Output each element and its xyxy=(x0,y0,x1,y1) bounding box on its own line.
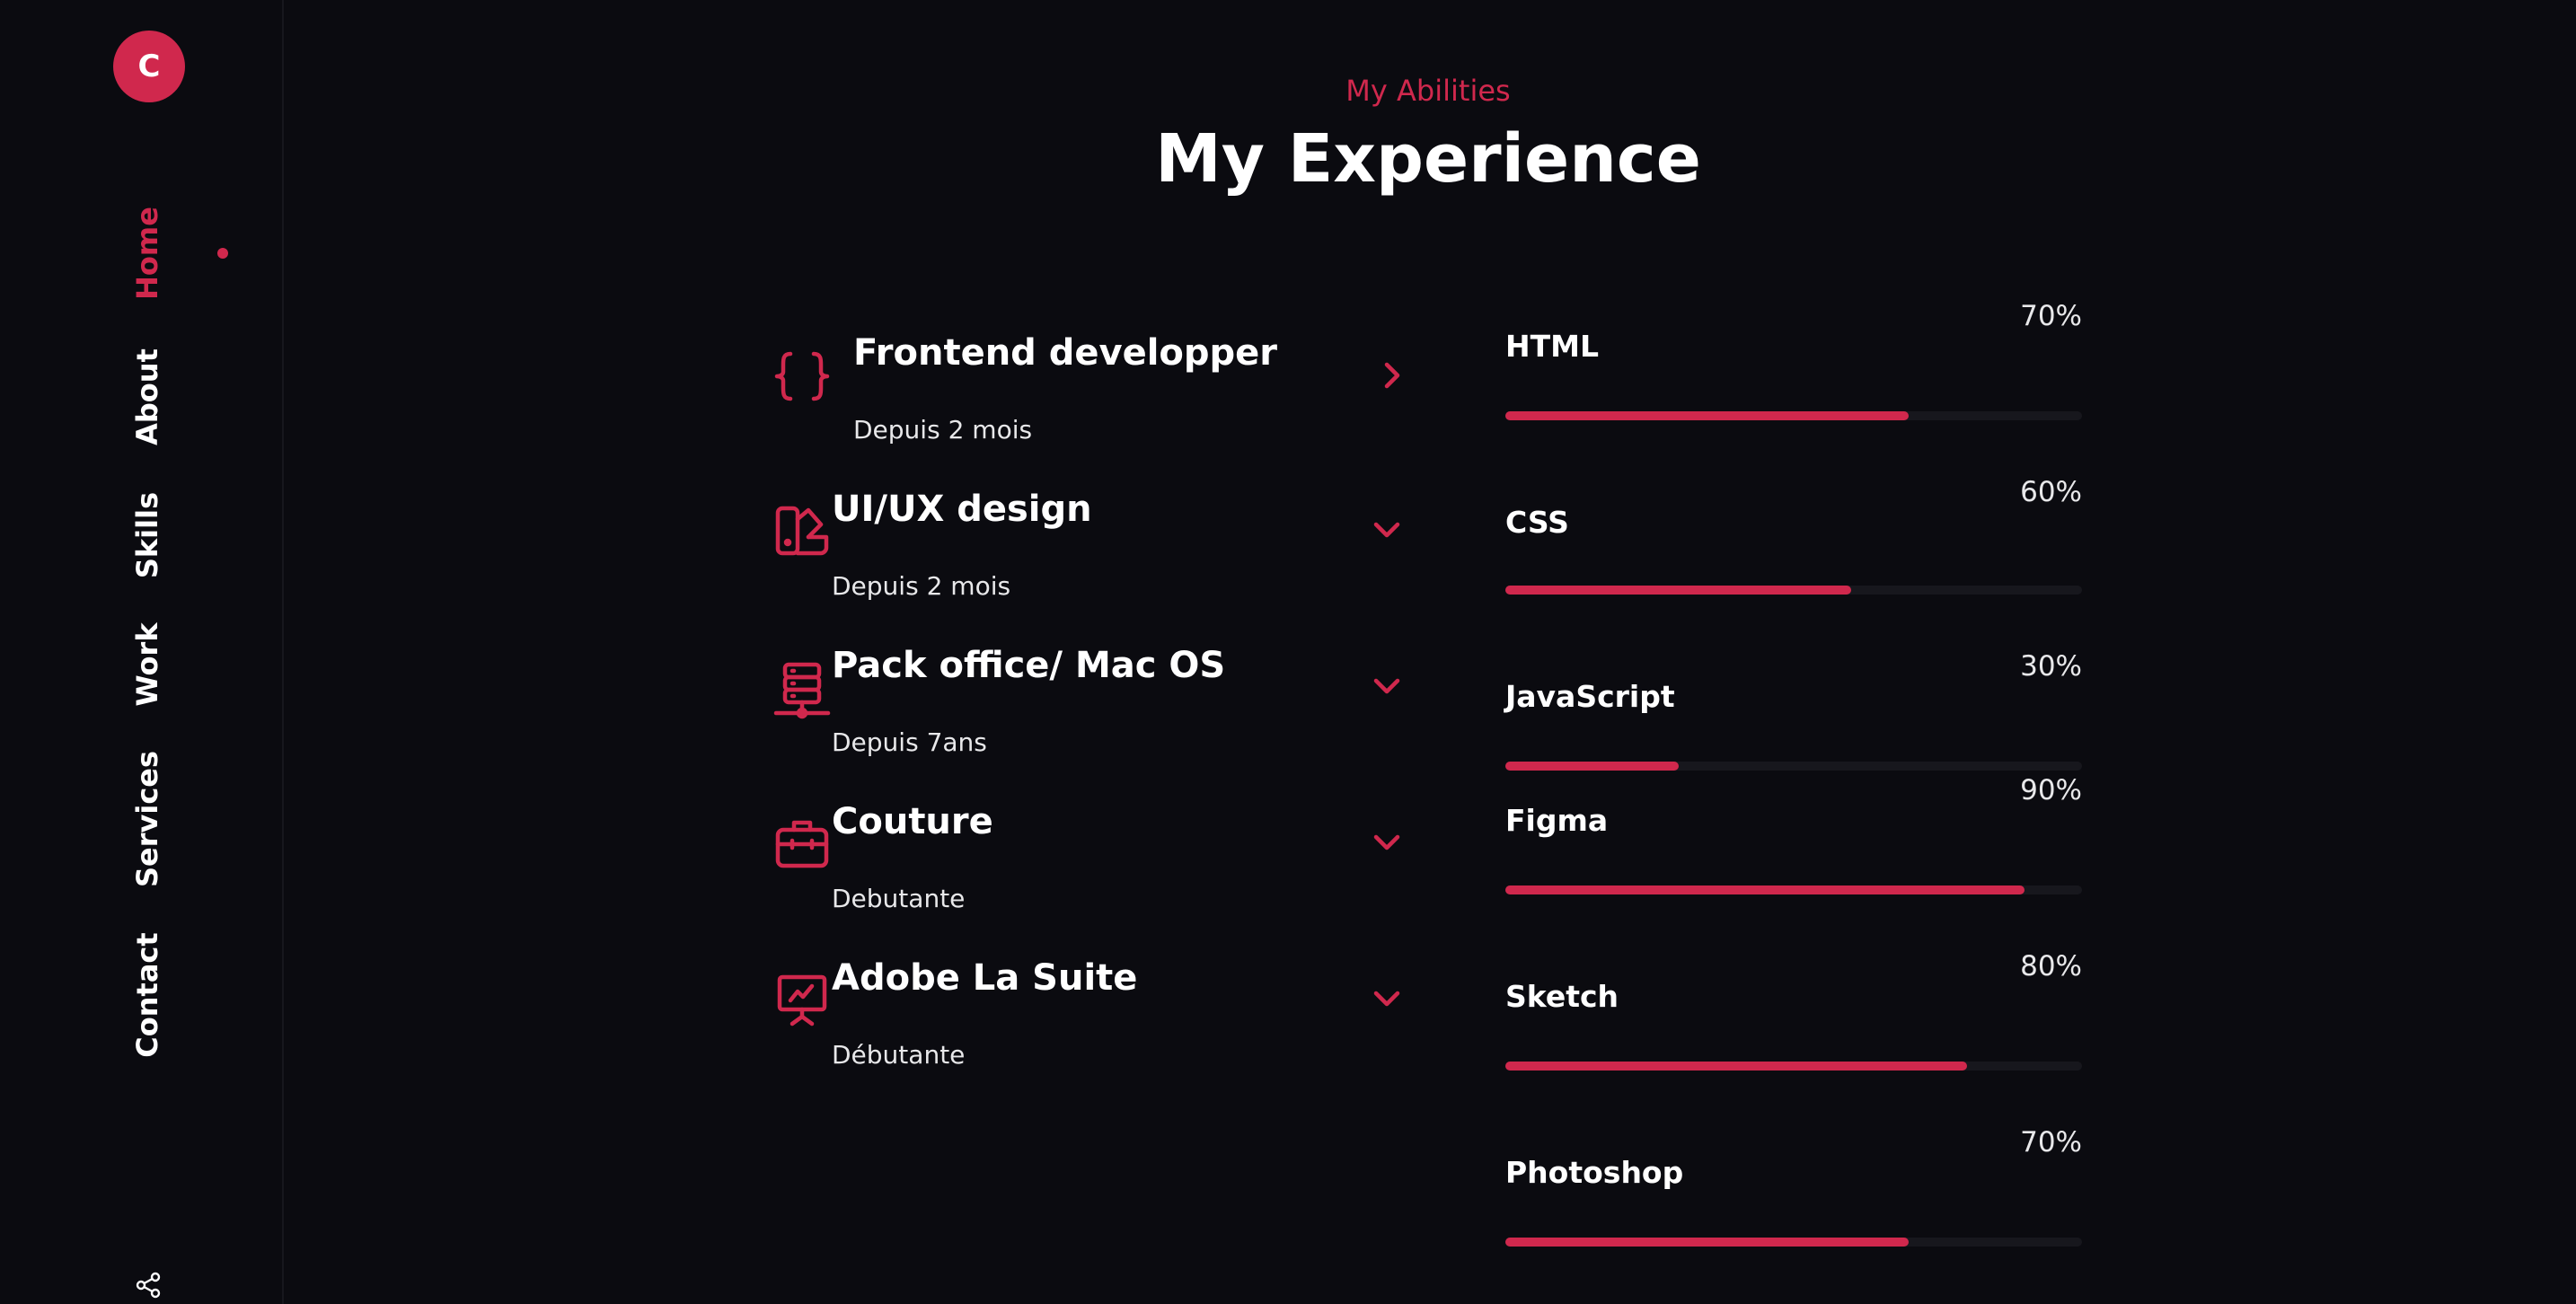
skill-bar-fill xyxy=(1505,411,1910,420)
skill-bar xyxy=(1505,1062,2082,1071)
skill-photoshop: 70% Photoshop xyxy=(1505,1123,2082,1257)
skill-sketch: 80% Sketch xyxy=(1505,947,2082,1081)
experience-subtitle: Débutante xyxy=(832,1040,966,1070)
skill-html: 70% HTML xyxy=(1505,296,2082,431)
nav-item-work[interactable]: Work xyxy=(130,622,164,706)
skill-percent: 80% xyxy=(2020,950,2082,982)
skill-bar-fill xyxy=(1505,1062,1967,1071)
skill-bar-fill xyxy=(1505,885,2025,894)
skill-name: Sketch xyxy=(1505,979,1619,1014)
experience-title: Couture xyxy=(832,801,993,842)
server-icon xyxy=(773,662,831,719)
braces-icon xyxy=(774,351,830,401)
experience-item[interactable]: Pack office/ Mac OS Depuis 7ans xyxy=(772,645,1419,789)
experience-title: UI/UX design xyxy=(832,489,1092,530)
skill-bar xyxy=(1505,1238,2082,1247)
experience-title: Adobe La Suite xyxy=(832,957,1138,999)
swatchbook-icon xyxy=(775,506,829,556)
experience-item[interactable]: Adobe La Suite Débutante xyxy=(772,957,1419,1101)
skill-javascript: 30% JavaScript xyxy=(1505,647,2082,781)
skill-bar xyxy=(1505,586,2082,595)
chevron-down-icon[interactable] xyxy=(1371,670,1403,702)
skill-figma: 90% Figma xyxy=(1505,771,2082,905)
skill-bar-fill xyxy=(1505,586,1852,595)
skill-percent: 70% xyxy=(2020,300,2082,332)
briefcase-icon xyxy=(775,820,829,868)
experience-subtitle: Debutante xyxy=(832,884,966,913)
experience-subtitle: Depuis 2 mois xyxy=(853,415,1033,445)
skill-css: 60% CSS xyxy=(1505,472,2082,607)
skill-bar xyxy=(1505,885,2082,894)
nav-item-services[interactable]: Services xyxy=(130,751,164,887)
skill-bar xyxy=(1505,762,2082,771)
skill-name: Figma xyxy=(1505,803,1609,838)
skill-bar-fill xyxy=(1505,1238,1910,1247)
skill-bar-fill xyxy=(1505,762,1679,771)
nav-item-contact[interactable]: Contact xyxy=(130,932,164,1057)
skill-name: HTML xyxy=(1505,329,1599,364)
chevron-down-icon[interactable] xyxy=(1371,982,1403,1015)
skill-percent: 70% xyxy=(2020,1126,2082,1159)
skill-percent: 90% xyxy=(2020,774,2082,806)
experience-subtitle: Depuis 7ans xyxy=(832,727,987,757)
nav-item-about[interactable]: About xyxy=(130,348,164,445)
skill-percent: 30% xyxy=(2020,650,2082,683)
chevron-right-icon[interactable] xyxy=(1376,359,1408,392)
skill-name: JavaScript xyxy=(1505,679,1675,714)
active-nav-dot xyxy=(217,248,228,259)
nav-item-skills[interactable]: Skills xyxy=(130,492,164,578)
chevron-down-icon[interactable] xyxy=(1371,826,1403,859)
skill-name: Photoshop xyxy=(1505,1155,1684,1190)
section-eyebrow: My Abilities xyxy=(1345,74,1511,108)
nav-item-home[interactable]: Home xyxy=(130,207,164,300)
experience-title: Frontend developper xyxy=(853,332,1278,374)
experience-item[interactable]: Couture Debutante xyxy=(772,801,1419,945)
share-icon[interactable] xyxy=(135,1272,162,1299)
experience-item[interactable]: UI/UX design Depuis 2 mois xyxy=(772,489,1419,632)
chevron-down-icon[interactable] xyxy=(1371,514,1403,546)
presentation-icon xyxy=(777,974,827,1026)
skill-percent: 60% xyxy=(2020,476,2082,508)
experience-title: Pack office/ Mac OS xyxy=(832,645,1226,686)
experience-subtitle: Depuis 2 mois xyxy=(832,571,1011,601)
skill-bar xyxy=(1505,411,2082,420)
experience-item[interactable]: Frontend developper Depuis 2 mois xyxy=(772,332,1419,476)
skill-name: CSS xyxy=(1505,505,1569,540)
page-title: My Experience xyxy=(1155,120,1701,198)
